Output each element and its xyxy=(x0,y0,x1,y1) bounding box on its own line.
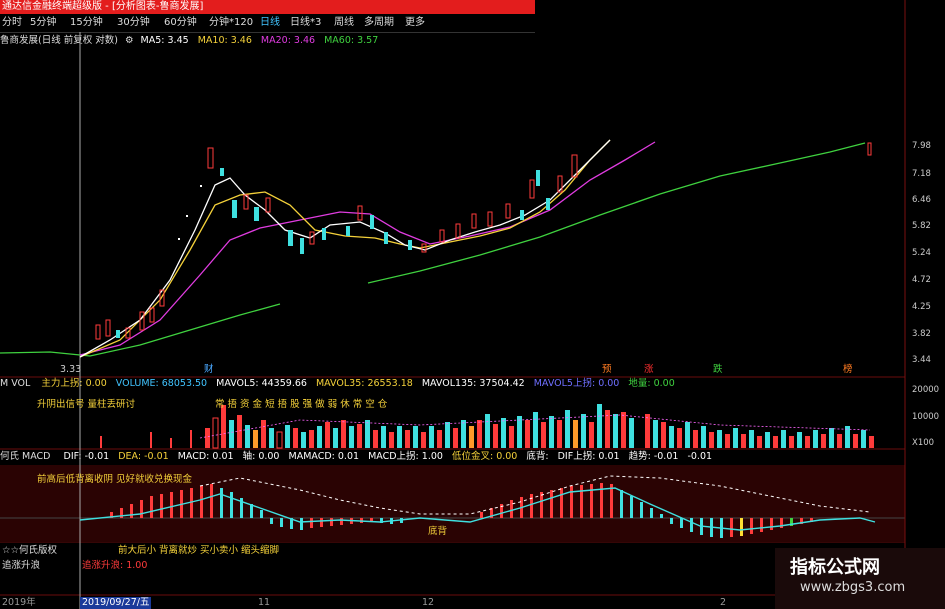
price-tick: 3.44 xyxy=(912,355,931,365)
macd-item: DEA: -0.01 xyxy=(118,451,169,462)
macd-item: 低位金叉: 0.00 xyxy=(451,451,518,462)
vol-item: MAVOL35: 26553.18 xyxy=(315,378,413,389)
macd-item: DIF上拐: 0.01 xyxy=(557,451,620,462)
macd-note: 前高后低背离收阴 见好就收兑换现金 xyxy=(37,474,193,485)
price-tick: 3.82 xyxy=(912,329,931,339)
price-tick: 4.25 xyxy=(912,302,931,312)
vol-item: 主力上拐: 0.00 xyxy=(41,378,107,389)
event-marker[interactable]: 财 xyxy=(204,364,214,376)
cursor-date: 2019/09/27/五 xyxy=(80,597,152,609)
watermark-text: 指标公式网 xyxy=(790,557,880,578)
date-year: 2019年 xyxy=(2,597,36,608)
watermark-url: www.zbgs3.com xyxy=(800,580,906,595)
kline-chart[interactable] xyxy=(0,0,945,609)
macd-item: DIF: -0.01 xyxy=(63,451,110,462)
date-mark: 11 xyxy=(258,597,271,608)
vol-item: VOLUME: 68053.50 xyxy=(115,378,208,389)
price-tick: 5.24 xyxy=(912,248,931,258)
volume-note: 常 捂 资 金 短 捂 股 强 做 弱 休 常 空 仓 xyxy=(215,399,388,410)
panel-label: 追涨升浪 xyxy=(2,560,41,571)
event-marker[interactable]: 预 xyxy=(602,364,612,376)
macd-item: 底背: xyxy=(526,451,552,462)
bottom-notes: 前大后小 背离就炒 买小卖小 缩头缩脚 xyxy=(118,545,280,556)
low-price-label: 3.33 xyxy=(60,364,82,375)
macd-item: MACD上拐: 1.00 xyxy=(368,451,443,462)
event-marker[interactable]: 榜 xyxy=(843,364,853,376)
volume-tick: 10000 xyxy=(912,412,940,422)
vol-item: MAVOL135: 37504.42 xyxy=(421,378,525,389)
price-tick: 6.46 xyxy=(912,195,931,205)
price-tick: 4.72 xyxy=(912,275,931,285)
date-mark: 2 xyxy=(720,597,727,608)
volume-tick: X100 xyxy=(912,438,935,448)
date-mark: 12 xyxy=(422,597,435,608)
panel-value: 追涨升浪: 1.00 xyxy=(82,560,148,571)
vol-item: MAVOL5上拐: 0.00 xyxy=(533,378,620,389)
price-tick: 5.82 xyxy=(912,221,931,231)
event-marker[interactable]: 跌 xyxy=(713,364,723,376)
vol-title: M VOL xyxy=(0,378,31,389)
volume-tick: 20000 xyxy=(912,385,940,395)
vol-item: MAVOL5: 44359.66 xyxy=(216,378,307,389)
macd-bottom-label: 底背 xyxy=(428,526,448,537)
vol-item: 地量: 0.00 xyxy=(628,378,675,389)
macd-title: 何氏 MACD xyxy=(0,451,51,462)
price-tick: 7.98 xyxy=(912,141,931,151)
macd-item: MACD: 0.01 xyxy=(177,451,234,462)
macd-legend: 何氏 MACD DIF: -0.01 DEA: -0.01 MACD: 0.01… xyxy=(0,451,712,463)
volume-note: 升阴出信号 量柱丢研讨 xyxy=(37,399,136,410)
macd-item: -0.01 xyxy=(687,451,713,462)
macd-item: 轴: 0.00 xyxy=(242,451,280,462)
copyright-label: ☆☆何氏版权 xyxy=(2,545,58,556)
event-marker[interactable]: 涨 xyxy=(644,364,654,376)
volume-legend: M VOL 主力上拐: 0.00 VOLUME: 68053.50 MAVOL5… xyxy=(0,378,675,390)
price-tick: 7.18 xyxy=(912,169,931,179)
macd-item: 趋势: -0.01 xyxy=(628,451,679,462)
macd-item: MAMACD: 0.01 xyxy=(288,451,360,462)
